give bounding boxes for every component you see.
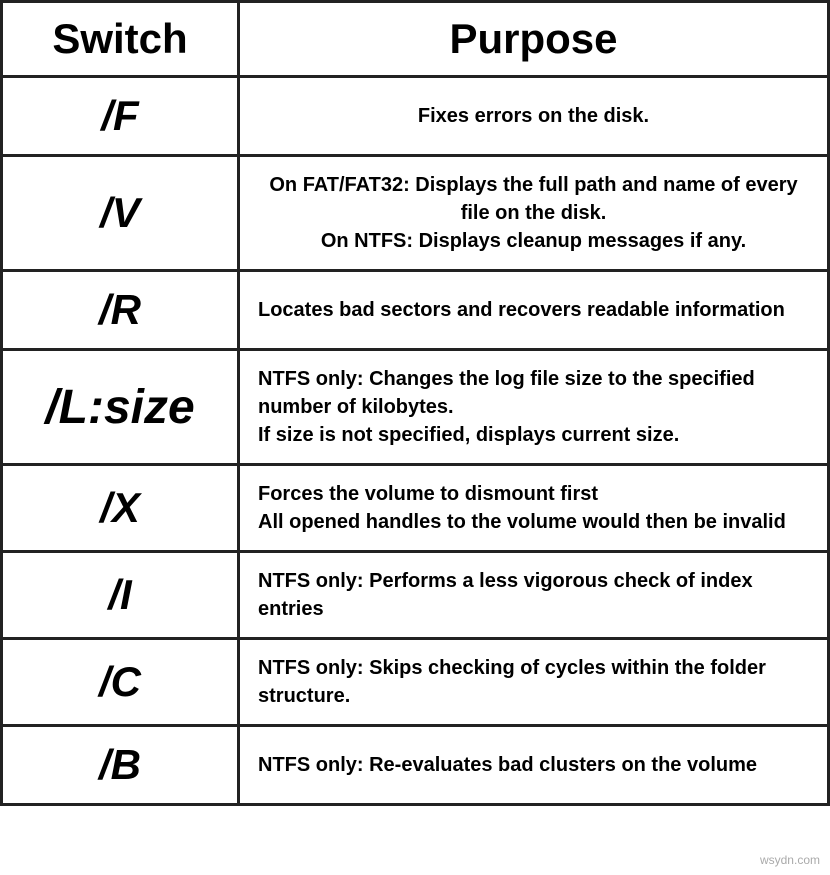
switch-cell: /I bbox=[2, 552, 239, 639]
table-row: /XForces the volume to dismount firstAll… bbox=[2, 465, 829, 552]
purpose-cell: On FAT/FAT32: Displays the full path and… bbox=[239, 156, 829, 271]
table-row: /VOn FAT/FAT32: Displays the full path a… bbox=[2, 156, 829, 271]
header-purpose: Purpose bbox=[239, 2, 829, 77]
table-row: /INTFS only: Performs a less vigorous ch… bbox=[2, 552, 829, 639]
purpose-cell: NTFS only: Re-evaluates bad clusters on … bbox=[239, 726, 829, 805]
purpose-cell: NTFS only: Changes the log file size to … bbox=[239, 350, 829, 465]
switch-cell: /R bbox=[2, 271, 239, 350]
switch-cell: /F bbox=[2, 77, 239, 156]
table-row: /L:sizeNTFS only: Changes the log file s… bbox=[2, 350, 829, 465]
purpose-cell: Forces the volume to dismount firstAll o… bbox=[239, 465, 829, 552]
switch-cell: /X bbox=[2, 465, 239, 552]
chkdsk-table: Switch Purpose /FFixes errors on the dis… bbox=[0, 0, 830, 806]
switch-cell: /V bbox=[2, 156, 239, 271]
switch-cell: /C bbox=[2, 639, 239, 726]
table-row: /BNTFS only: Re-evaluates bad clusters o… bbox=[2, 726, 829, 805]
table-row: /FFixes errors on the disk. bbox=[2, 77, 829, 156]
purpose-cell: NTFS only: Skips checking of cycles with… bbox=[239, 639, 829, 726]
watermark: wsydn.com bbox=[760, 853, 820, 867]
purpose-cell: NTFS only: Performs a less vigorous chec… bbox=[239, 552, 829, 639]
table-row: /CNTFS only: Skips checking of cycles wi… bbox=[2, 639, 829, 726]
purpose-cell: Fixes errors on the disk. bbox=[239, 77, 829, 156]
table-row: /RLocates bad sectors and recovers reada… bbox=[2, 271, 829, 350]
switch-cell: /L:size bbox=[2, 350, 239, 465]
switch-cell: /B bbox=[2, 726, 239, 805]
purpose-cell: Locates bad sectors and recovers readabl… bbox=[239, 271, 829, 350]
header-switch: Switch bbox=[2, 2, 239, 77]
